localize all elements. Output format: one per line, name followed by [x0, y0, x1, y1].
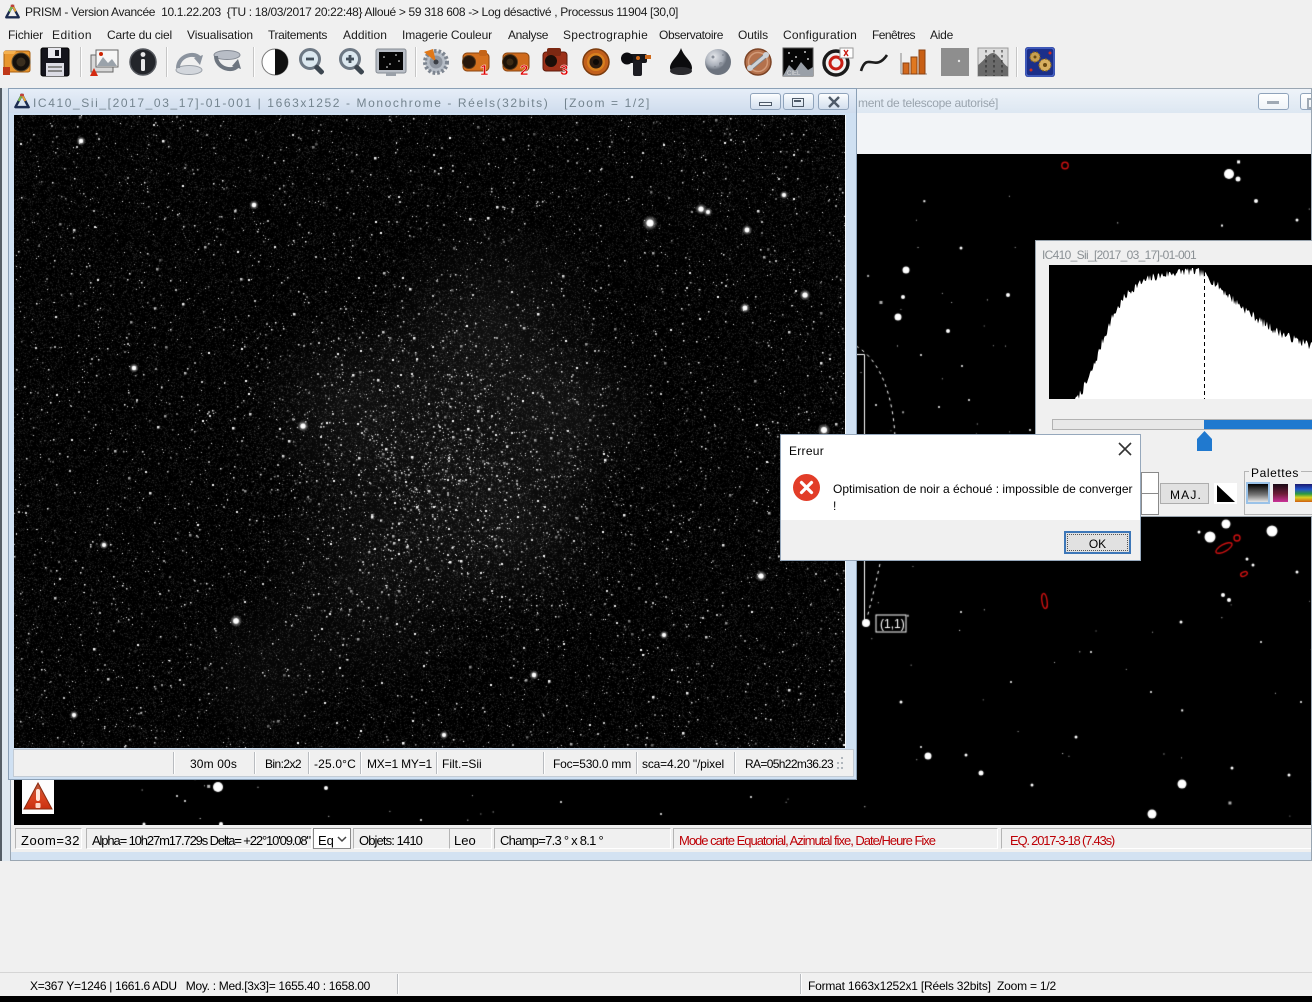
svg-text:3: 3	[560, 62, 568, 79]
svg-text:CIEL: CIEL	[787, 71, 801, 77]
svg-text:2: 2	[520, 62, 528, 79]
svg-text:1: 1	[480, 62, 488, 79]
